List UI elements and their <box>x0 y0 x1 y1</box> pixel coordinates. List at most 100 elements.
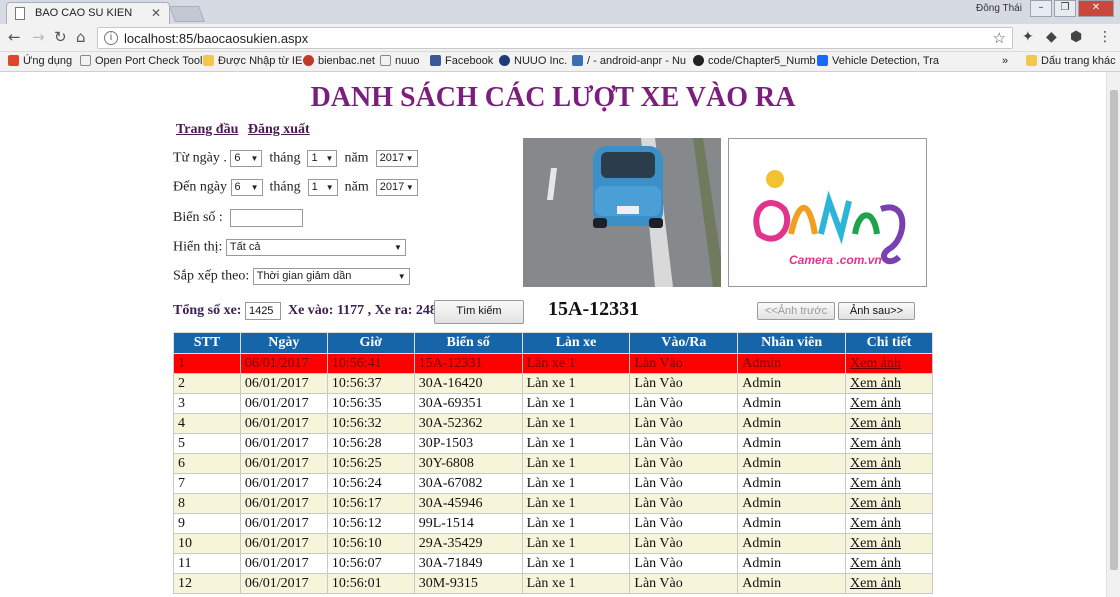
view-image-link[interactable]: Xem ảnh <box>845 533 933 554</box>
view-image-link[interactable]: Xem ảnh <box>845 433 933 454</box>
search-button[interactable]: Tìm kiếm <box>434 300 524 324</box>
table-row[interactable]: 1 06/01/2017 10:56:41 15A-12331 Làn xe 1 Làn … <box>173 353 933 374</box>
table-cell: Làn Vào <box>629 533 739 554</box>
table-cell: Admin <box>737 453 847 474</box>
table-header-row: STT Ngày Giờ Biển số Làn xe Vào/Ra Nhân viên Ch… <box>173 332 933 354</box>
table-row[interactable]: 2 06/01/2017 10:56:37 30A-16420 Làn xe 1 Làn … <box>173 373 933 394</box>
bookmark-github-chapter5[interactable]: code/Chapter5_Numb <box>693 55 816 67</box>
table-cell: 30A-71849 <box>413 553 523 574</box>
bookmark-star-icon[interactable]: ☆ <box>993 29 1006 47</box>
table-row[interactable]: 5 06/01/2017 10:56:28 30P-1503 Làn xe 1 Làn V… <box>173 433 933 454</box>
folder-icon <box>1026 55 1037 66</box>
table-row[interactable]: 7 06/01/2017 10:56:24 30A-67082 Làn xe 1 Làn … <box>173 473 933 494</box>
view-image-link[interactable]: Xem ảnh <box>845 453 933 474</box>
view-image-link[interactable]: Xem ảnh <box>845 493 933 514</box>
sort-select[interactable]: Thời gian giảm dần ▼ <box>252 268 410 285</box>
page-icon <box>80 55 91 66</box>
sort-row: Sắp xếp theo: Thời gian giảm dần ▼ <box>173 268 410 285</box>
table-cell: Làn Vào <box>629 473 739 494</box>
chevron-down-icon: ▼ <box>250 154 259 163</box>
table-cell: 10:56:07 <box>326 553 415 574</box>
page-scrollbar[interactable] <box>1106 72 1120 597</box>
table-row[interactable]: 8 06/01/2017 10:56:17 30A-45946 Làn xe 1 Làn … <box>173 493 933 514</box>
bookmark-ie-folder[interactable]: Được Nhập từ IE <box>203 55 302 67</box>
from-date-row: Từ ngày . 6 ▼ tháng 1 ▼ năm 2017 ▼ <box>173 150 418 167</box>
table-row[interactable]: 12 06/01/2017 10:56:01 30M-9315 Làn xe 1 Làn … <box>173 573 933 594</box>
forward-icon[interactable]: → <box>32 28 45 46</box>
table-row[interactable]: 9 06/01/2017 10:56:12 99L-1514 Làn xe 1 Làn V… <box>173 513 933 534</box>
home-icon[interactable]: ⌂ <box>76 28 86 46</box>
profile-name[interactable]: Đông Thái <box>976 3 1022 14</box>
table-cell: 30A-69351 <box>413 393 523 414</box>
site-icon <box>303 55 314 66</box>
table-cell: 30M-9315 <box>413 573 523 594</box>
extension-cube-icon[interactable]: ◆ <box>1046 29 1057 45</box>
to-month-select[interactable]: 1 ▼ <box>307 179 338 196</box>
from-year-select[interactable]: 2017 ▼ <box>375 150 418 167</box>
info-icon[interactable]: i <box>104 31 118 45</box>
view-image-link[interactable]: Xem ảnh <box>845 353 933 374</box>
plate-input[interactable] <box>229 209 303 227</box>
view-image-link[interactable]: Xem ảnh <box>845 473 933 494</box>
column-header: STT <box>173 332 241 354</box>
view-image-link[interactable]: Xem ảnh <box>845 413 933 434</box>
table-row[interactable]: 6 06/01/2017 10:56:25 30Y-6808 Làn xe 1 Làn V… <box>173 453 933 474</box>
column-header: Vào/Ra <box>629 332 739 354</box>
window-close-icon[interactable]: ✕ <box>1078 0 1114 17</box>
column-header: Biển số <box>413 332 523 354</box>
extension-shield-icon[interactable]: ⬢ <box>1070 29 1082 45</box>
from-day-select[interactable]: 6 ▼ <box>230 150 263 167</box>
table-row[interactable]: 11 06/01/2017 10:56:07 30A-71849 Làn xe 1 Làn… <box>173 553 933 574</box>
to-day-select[interactable]: 6 ▼ <box>230 179 263 196</box>
tab-close-icon[interactable]: ✕ <box>151 6 161 20</box>
vehicle-log-table: STT Ngày Giờ Biển số Làn xe Vào/Ra Nhân viên Ch… <box>173 332 933 594</box>
from-month-select[interactable]: 1 ▼ <box>307 150 338 167</box>
minimize-icon[interactable]: – <box>1030 0 1052 17</box>
bookmarks-overflow[interactable]: » <box>1002 55 1008 67</box>
table-row[interactable]: 4 06/01/2017 10:56:32 30A-52362 Làn xe 1 Làn … <box>173 413 933 434</box>
scrollbar-thumb[interactable] <box>1110 90 1118 570</box>
view-image-link[interactable]: Xem ảnh <box>845 393 933 414</box>
view-image-link[interactable]: Xem ảnh <box>845 553 933 574</box>
bookmark-open-port[interactable]: Open Port Check Tool <box>80 55 202 67</box>
table-cell: 15A-12331 <box>413 353 523 374</box>
extension-pin-icon[interactable]: ✦ <box>1022 29 1034 45</box>
display-select[interactable]: Tất cả ▼ <box>225 239 406 256</box>
bookmark-facebook[interactable]: Facebook <box>430 55 493 67</box>
bookmark-android-anpr[interactable]: / - android-anpr - Nu <box>572 55 686 67</box>
table-cell: Admin <box>737 353 847 374</box>
back-icon[interactable]: ← <box>8 28 21 46</box>
view-image-link[interactable]: Xem ảnh <box>845 573 933 594</box>
bookmark-apps[interactable]: Ứng dụng <box>8 55 72 67</box>
menu-icon[interactable]: ⋮ <box>1098 29 1112 45</box>
logout-link[interactable]: Đăng xuất <box>248 122 310 137</box>
table-row[interactable]: 10 06/01/2017 10:56:10 29A-35429 Làn xe 1 Làn… <box>173 533 933 554</box>
table-cell: 30A-67082 <box>413 473 523 494</box>
bookmark-nuuo-inc[interactable]: NUUO Inc. <box>499 55 567 67</box>
next-image-button[interactable]: Ảnh sau>> <box>838 302 915 320</box>
table-cell: 10:56:01 <box>326 573 415 594</box>
bookmark-vehicle-detection[interactable]: Vehicle Detection, Tra <box>817 55 939 67</box>
reload-icon[interactable]: ↻ <box>54 28 67 46</box>
prev-image-button[interactable]: <<Ảnh trước <box>757 302 835 320</box>
address-bar[interactable]: i localhost:85/baocaosukien.aspx ☆ <box>97 27 1013 49</box>
home-link[interactable]: Trang đầu <box>176 122 238 137</box>
table-cell: Admin <box>737 533 847 554</box>
table-cell: 06/01/2017 <box>239 453 328 474</box>
bookmark-bienbac[interactable]: bienbac.net <box>303 55 375 67</box>
url-text[interactable]: localhost:85/baocaosukien.aspx <box>124 31 308 46</box>
table-cell: 6 <box>173 453 241 474</box>
to-date-row: Đến ngày 6 ▼ tháng 1 ▼ năm 2017 ▼ <box>173 179 418 196</box>
bookmark-nuuo[interactable]: nuuo <box>380 55 419 67</box>
bookmark-other-folder[interactable]: Dấu trang khác <box>1026 55 1116 67</box>
total-value-input[interactable]: 1425 <box>244 302 281 320</box>
table-cell: 06/01/2017 <box>239 573 328 594</box>
maximize-icon[interactable]: ❐ <box>1054 0 1076 17</box>
browser-tab[interactable]: BAO CAO SU KIEN ✕ <box>6 2 170 24</box>
to-year-select[interactable]: 2017 ▼ <box>375 179 418 196</box>
view-image-link[interactable]: Xem ảnh <box>845 513 933 534</box>
view-image-link[interactable]: Xem ảnh <box>845 373 933 394</box>
new-tab-button[interactable] <box>169 6 205 22</box>
table-row[interactable]: 3 06/01/2017 10:56:35 30A-69351 Làn xe 1 Làn … <box>173 393 933 414</box>
table-cell: Làn xe 1 <box>521 553 631 574</box>
